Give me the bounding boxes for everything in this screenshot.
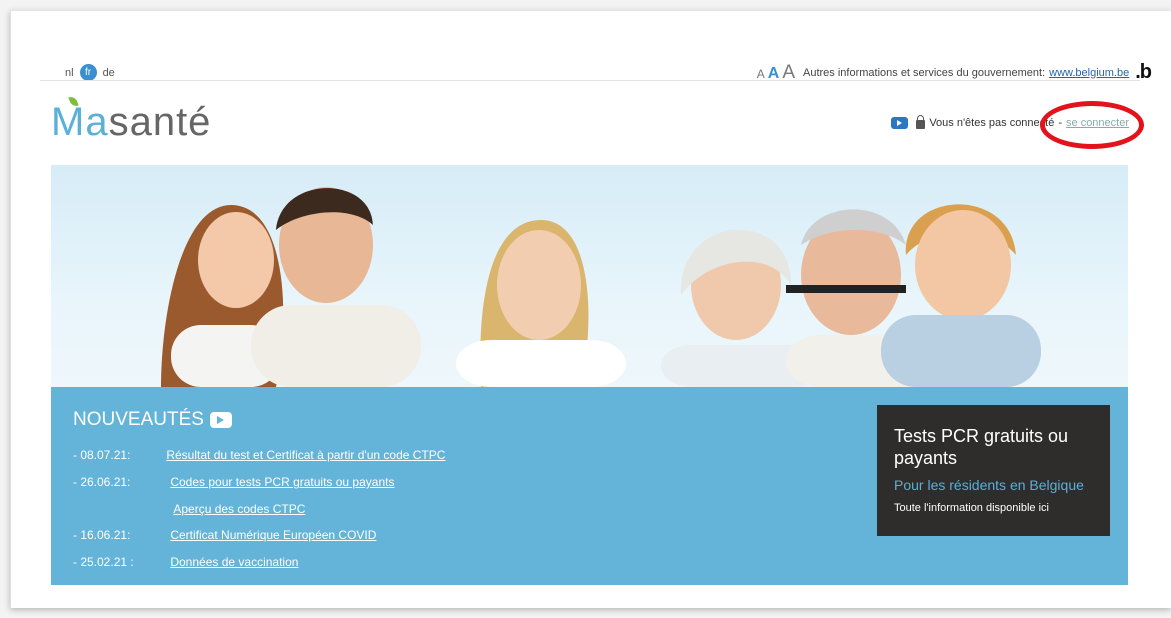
lang-fr[interactable]: fr <box>79 64 97 81</box>
news-date: - 08.07.21: <box>73 448 131 462</box>
news-item: Aperçu des codes CTPC <box>73 502 305 516</box>
news-item: - 25.02.21 : Données de vaccination <box>73 555 298 569</box>
lang-nl[interactable]: nl <box>65 67 74 79</box>
belgium-link[interactable]: www.belgium.be <box>1049 67 1129 79</box>
lang-de[interactable]: de <box>103 67 115 79</box>
news-link[interactable]: Codes pour tests PCR gratuits ou payants <box>170 475 394 489</box>
pcr-title: Tests PCR gratuits ou payants <box>894 426 1069 468</box>
news-link[interactable]: Certificat Numérique Européen COVID <box>170 528 376 542</box>
news-date: - 16.06.21: <box>73 528 131 542</box>
news-link[interactable]: Données de vaccination <box>170 555 298 569</box>
pcr-subtitle: Pour les résidents en Belgique <box>894 477 1084 493</box>
news-heading: NOUVEAUTÉS <box>73 409 204 430</box>
youtube-icon[interactable] <box>891 117 909 129</box>
lock-icon <box>916 115 926 129</box>
news-link[interactable]: Résultat du test et Certificat à partir … <box>166 448 445 462</box>
pcr-info-box[interactable]: Tests PCR gratuits ou payants Pour les r… <box>877 405 1110 536</box>
news-title: NOUVEAUTÉS <box>73 409 232 431</box>
news-item: - 16.06.21: Certificat Numérique Europée… <box>73 528 376 542</box>
font-small-button[interactable]: A <box>757 67 765 81</box>
news-item: - 08.07.21: Résultat du test et Certific… <box>73 448 445 462</box>
pcr-link[interactable]: Toute l'information disponible ici <box>894 502 1093 514</box>
top-divider <box>40 80 1140 81</box>
youtube-icon-news[interactable] <box>209 412 232 428</box>
masante-logo[interactable]: Masanté <box>51 95 212 145</box>
news-date: - 25.02.21 : <box>73 555 134 569</box>
gov-info-text: Autres informations et services du gouve… <box>803 66 1046 79</box>
news-date: - 26.06.21: <box>73 475 131 489</box>
logo-ma: Ma <box>51 100 109 144</box>
family-illustration <box>161 187 1041 387</box>
logo-sante: santé <box>108 100 212 144</box>
highlight-circle <box>1040 101 1144 149</box>
hero-banner <box>51 165 1128 387</box>
language-switcher: nl fr de <box>65 64 121 81</box>
news-link[interactable]: Aperçu des codes CTPC <box>173 502 305 516</box>
login-status: Vous n'êtes pas connecté <box>929 117 1055 129</box>
news-item: - 26.06.21: Codes pour tests PCR gratuit… <box>73 475 394 489</box>
